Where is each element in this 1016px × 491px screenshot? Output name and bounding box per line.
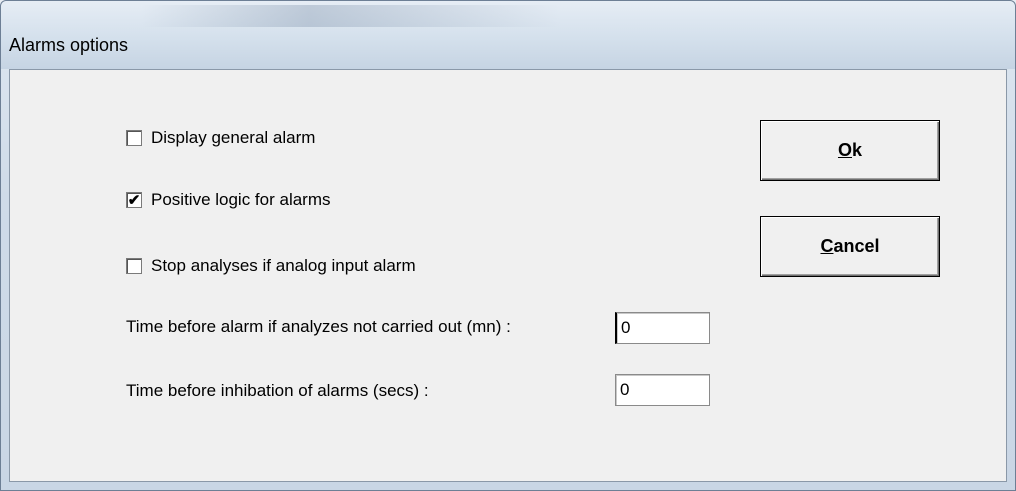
positive-logic-option[interactable]: ✔ Positive logic for alarms [126,189,331,211]
title-bar-glare [141,5,561,27]
ok-button-label: k [852,140,863,160]
display-general-alarm-label: Display general alarm [151,128,316,147]
alarm-time-input[interactable] [615,312,710,344]
alarm-time-label: Time before alarm if analyzes not carrie… [126,317,511,336]
inhibition-time-input[interactable] [615,374,710,406]
cancel-button-accelerator: C [820,236,834,256]
window-title: Alarms options [9,35,129,55]
display-general-alarm-checkbox[interactable] [126,130,142,146]
display-general-alarm-option[interactable]: Display general alarm [126,127,315,149]
check-mark-icon: ✔ [127,191,141,209]
ok-button-accelerator: O [837,140,852,160]
cancel-button[interactable]: Cancel [760,216,940,277]
inhibition-time-label: Time before inhibation of alarms (secs) … [126,381,429,400]
positive-logic-label: Positive logic for alarms [151,190,331,209]
positive-logic-checkbox[interactable]: ✔ [126,192,142,208]
cancel-button-label: ancel [833,236,880,256]
stop-analyses-checkbox[interactable] [126,258,142,274]
stop-analyses-option[interactable]: Stop analyses if analog input alarm [126,255,416,277]
title-bar[interactable]: Alarms options [1,1,1015,69]
ok-button[interactable]: Ok [760,120,940,181]
stop-analyses-label: Stop analyses if analog input alarm [151,256,416,275]
